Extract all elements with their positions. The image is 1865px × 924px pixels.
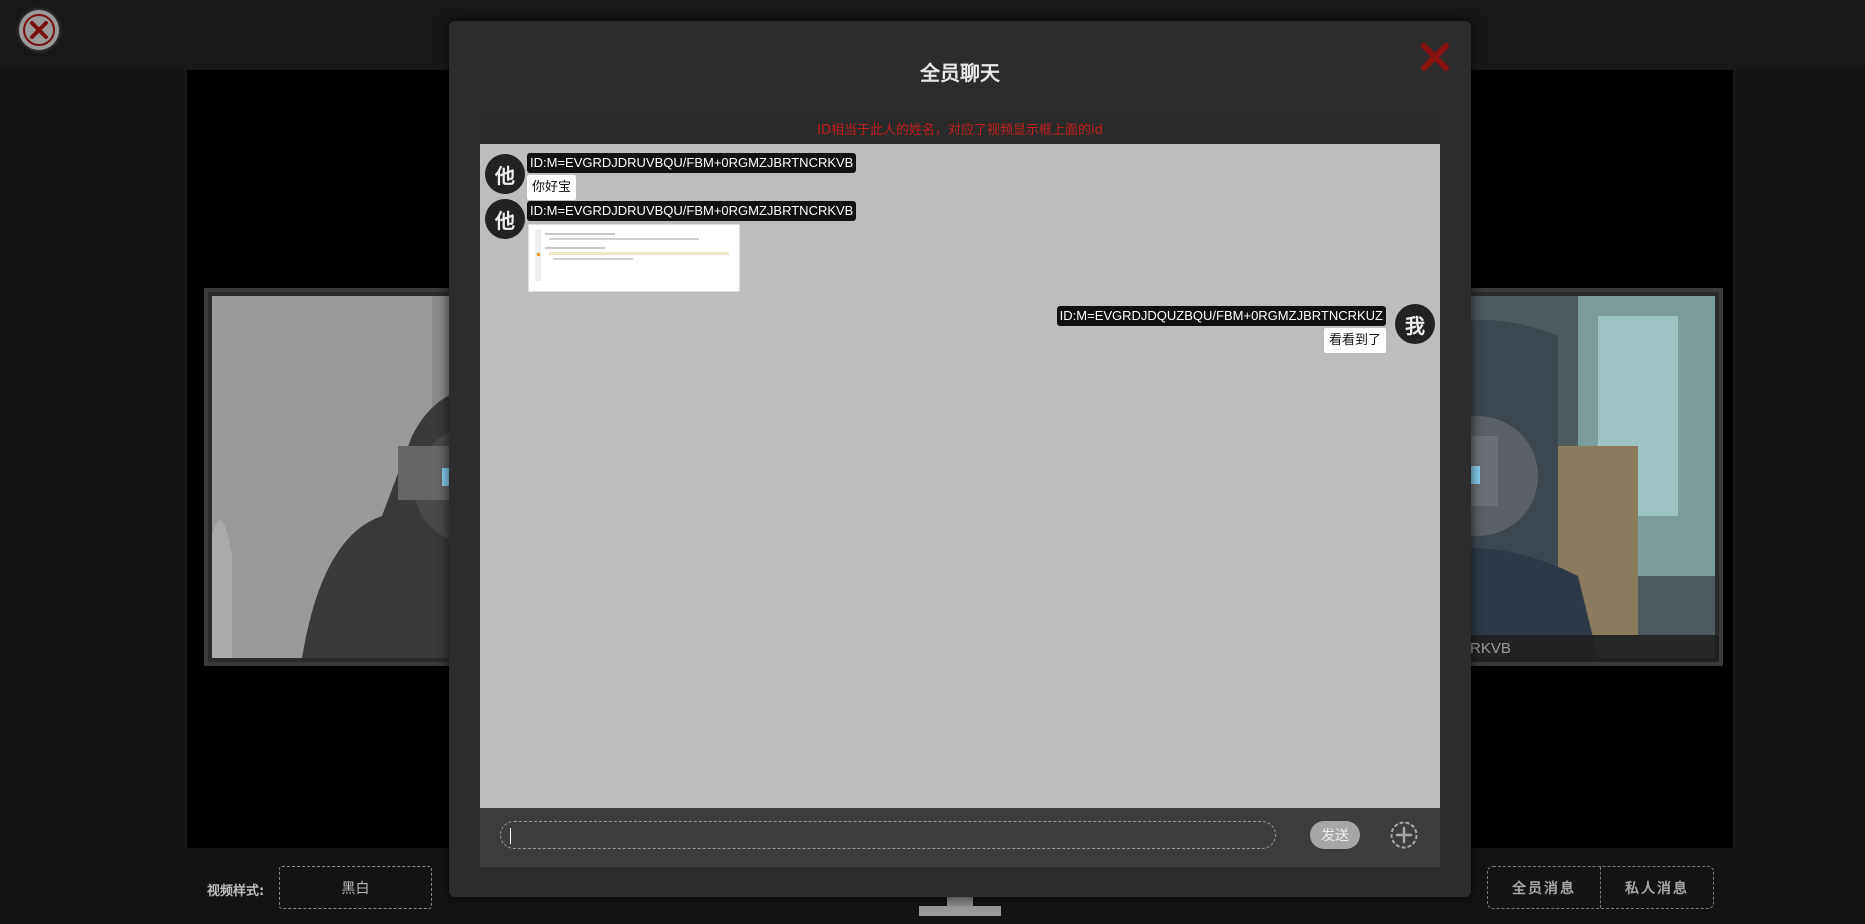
message-bubble: 你好宝	[527, 175, 577, 200]
message-tabs: 全员消息 私人消息	[1487, 866, 1714, 909]
right-panel	[1733, 70, 1865, 848]
chat-modal: 全员聊天 ID相当于此人的姓名，对应了视频显示框上面的id 他 ID:M=EVG…	[449, 21, 1471, 897]
message-list: 他 ID:M=EVGRDJDRUVBQU/FBM+0RGMZJBRTNCRKVB…	[480, 144, 1440, 808]
image-attachment[interactable]	[528, 224, 740, 292]
send-button[interactable]: 发送	[1310, 821, 1360, 849]
modal-title: 全员聊天	[920, 61, 1000, 85]
close-x-icon[interactable]	[1418, 40, 1452, 74]
left-panel	[0, 70, 187, 848]
chat-input-bar: 发送	[480, 808, 1440, 867]
close-circle-icon	[23, 14, 55, 46]
avatar: 我	[1395, 304, 1435, 344]
monitor-stand-icon	[919, 896, 1001, 916]
message-input[interactable]	[500, 821, 1276, 849]
avatar: 他	[485, 154, 525, 194]
sender-id: ID:M=EVGRDJDQUZBQU/FBM+0RGMZJBRTNCRKUZ	[1056, 306, 1386, 326]
message-bubble: 看看到了	[1323, 328, 1386, 353]
tab-private-messages[interactable]: 私人消息	[1600, 867, 1713, 908]
exit-button[interactable]	[19, 10, 59, 50]
sender-id: ID:M=EVGRDJDRUVBQU/FBM+0RGMZJBRTNCRKVB	[527, 153, 857, 173]
tab-all-messages[interactable]: 全员消息	[1488, 867, 1600, 908]
avatar: 他	[485, 199, 525, 239]
plus-circle-icon[interactable]	[1389, 820, 1419, 850]
chat-notice: ID相当于此人的姓名，对应了视频显示框上面的id	[480, 118, 1440, 144]
video-style-label: 视频样式:	[207, 884, 265, 899]
sender-id: ID:M=EVGRDJDRUVBQU/FBM+0RGMZJBRTNCRKVB	[527, 201, 857, 221]
video-style-button[interactable]: 黑白	[279, 866, 432, 909]
text-caret	[510, 828, 511, 844]
chat-panel: ID相当于此人的姓名，对应了视频显示框上面的id 他 ID:M=EVGRDJDR…	[480, 118, 1440, 867]
